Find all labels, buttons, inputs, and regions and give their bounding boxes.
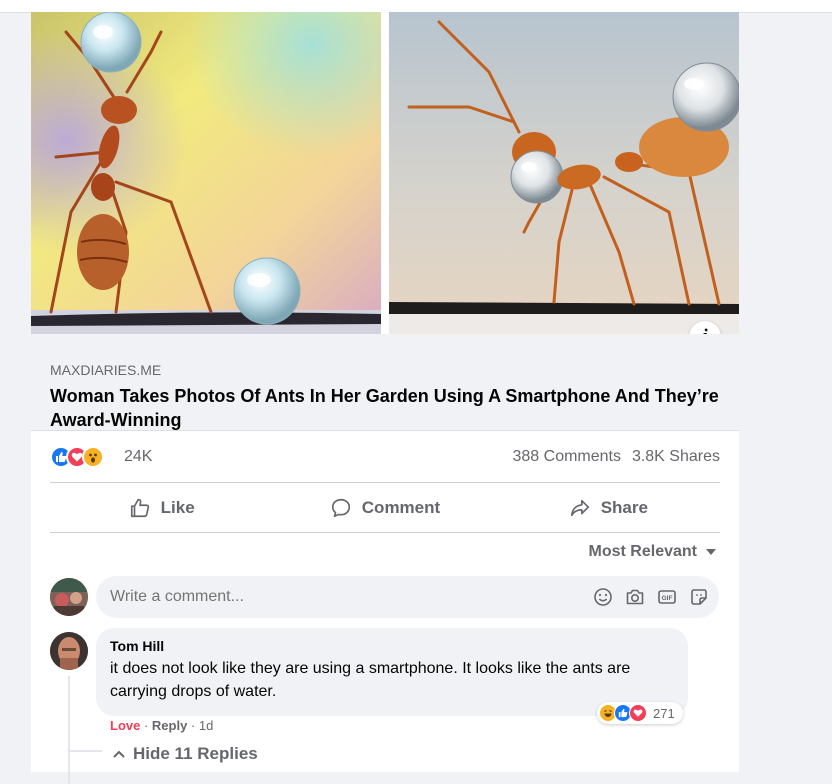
- divider: [50, 482, 720, 483]
- ant-photo-left[interactable]: [31, 12, 381, 334]
- sticker-icon[interactable]: [689, 587, 709, 607]
- thread-connector: [68, 750, 102, 752]
- link-title[interactable]: Woman Takes Photos Of Ants In Her Garden…: [50, 384, 720, 432]
- post-actions: Like Comment Share: [50, 484, 720, 532]
- like-label: Like: [160, 498, 195, 517]
- comment-time[interactable]: 1d: [199, 718, 213, 733]
- emoji-icon[interactable]: [593, 587, 613, 607]
- reaction-icons[interactable]: [50, 446, 120, 468]
- post-photos[interactable]: [31, 12, 739, 334]
- comments-count[interactable]: 388 Comments: [513, 448, 622, 466]
- commenter-avatar[interactable]: [50, 632, 88, 670]
- gif-icon[interactable]: GIF: [657, 587, 677, 607]
- link-preview[interactable]: MAXDIARIES.ME Woman Takes Photos Of Ants…: [31, 334, 739, 431]
- sort-label: Most Relevant: [588, 543, 697, 560]
- reaction-count[interactable]: 24K: [124, 448, 152, 466]
- love-reaction-link[interactable]: Love: [110, 718, 140, 733]
- current-user-avatar[interactable]: [50, 578, 88, 616]
- hide-replies-label: Hide 11 Replies: [133, 744, 258, 763]
- comment-reaction-count: 271: [653, 705, 675, 721]
- reply-link[interactable]: Reply: [152, 718, 187, 733]
- share-icon: [570, 499, 589, 517]
- post-card: i MAXDIARIES.ME Woman Takes Photos Of An…: [31, 12, 739, 784]
- share-label: Share: [600, 498, 648, 517]
- sort-comments-dropdown[interactable]: Most Relevant: [589, 543, 717, 561]
- chevron-up-icon: [113, 750, 125, 758]
- separator: ·: [187, 718, 199, 733]
- divider: [50, 532, 720, 533]
- like-button[interactable]: Like: [50, 484, 273, 532]
- hide-replies-button[interactable]: Hide 11 Replies: [113, 744, 258, 764]
- reactions-summary: 24K 388 Comments 3.8K Shares: [50, 446, 720, 470]
- svg-text:GIF: GIF: [662, 595, 673, 602]
- comment-button[interactable]: Comment: [273, 484, 496, 532]
- comment-author[interactable]: Tom Hill: [110, 638, 164, 654]
- wow-reaction-icon: [82, 446, 104, 468]
- comment-text: it does not look like they are using a s…: [110, 660, 631, 700]
- separator: ·: [140, 718, 152, 733]
- love-reaction-icon: [629, 704, 647, 722]
- camera-icon[interactable]: [625, 587, 645, 607]
- thread-line: [68, 676, 70, 784]
- photo-gap: [381, 12, 389, 334]
- share-button[interactable]: Share: [497, 484, 720, 532]
- comment-meta: Love · Reply · 1d: [110, 718, 213, 733]
- comment-reactions[interactable]: 271: [597, 702, 683, 724]
- thumbs-up-icon: [130, 498, 149, 518]
- caret-down-icon: [706, 549, 716, 555]
- comment-icon: [331, 498, 350, 518]
- link-domain: MAXDIARIES.ME: [50, 362, 162, 378]
- ant-photo-right[interactable]: [389, 12, 739, 334]
- comment-bubble: Tom Hill it does not look like they are …: [96, 628, 688, 716]
- comment-label: Comment: [361, 498, 441, 517]
- composer-icons: GIF: [593, 587, 709, 607]
- shares-count[interactable]: 3.8K Shares: [632, 448, 720, 466]
